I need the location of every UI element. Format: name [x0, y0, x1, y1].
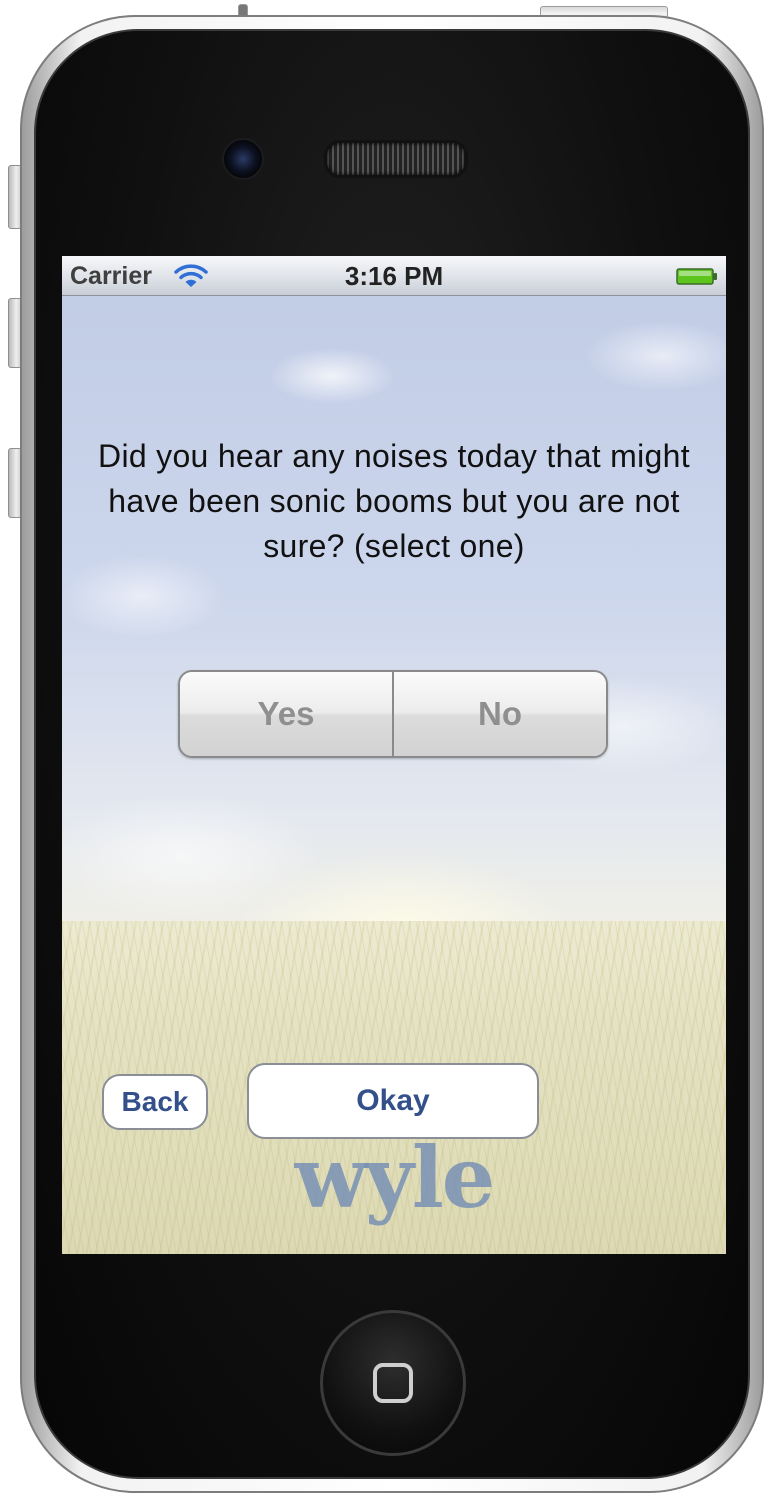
yes-option-button[interactable]: Yes: [180, 672, 392, 756]
status-bar: Carrier 3:16 PM: [62, 256, 726, 296]
no-option-button[interactable]: No: [394, 672, 606, 756]
home-button[interactable]: [320, 1310, 466, 1456]
survey-question: Did you hear any noises today that might…: [98, 438, 690, 564]
sky-background: [62, 296, 726, 946]
yes-no-segmented-control: Yes No: [178, 670, 608, 758]
app-screen: Carrier 3:16 PM Did you hear any noises …: [62, 256, 726, 1254]
battery-icon: [676, 268, 717, 285]
back-button[interactable]: Back: [102, 1074, 208, 1130]
home-square-icon: [373, 1363, 413, 1403]
device-frame: Carrier 3:16 PM Did you hear any noises …: [0, 0, 766, 1498]
status-time: 3:16 PM: [344, 261, 444, 291]
earpiece-speaker-icon: [324, 140, 468, 178]
front-camera-icon: [222, 138, 264, 180]
wyle-logo: wyle: [294, 1128, 495, 1227]
